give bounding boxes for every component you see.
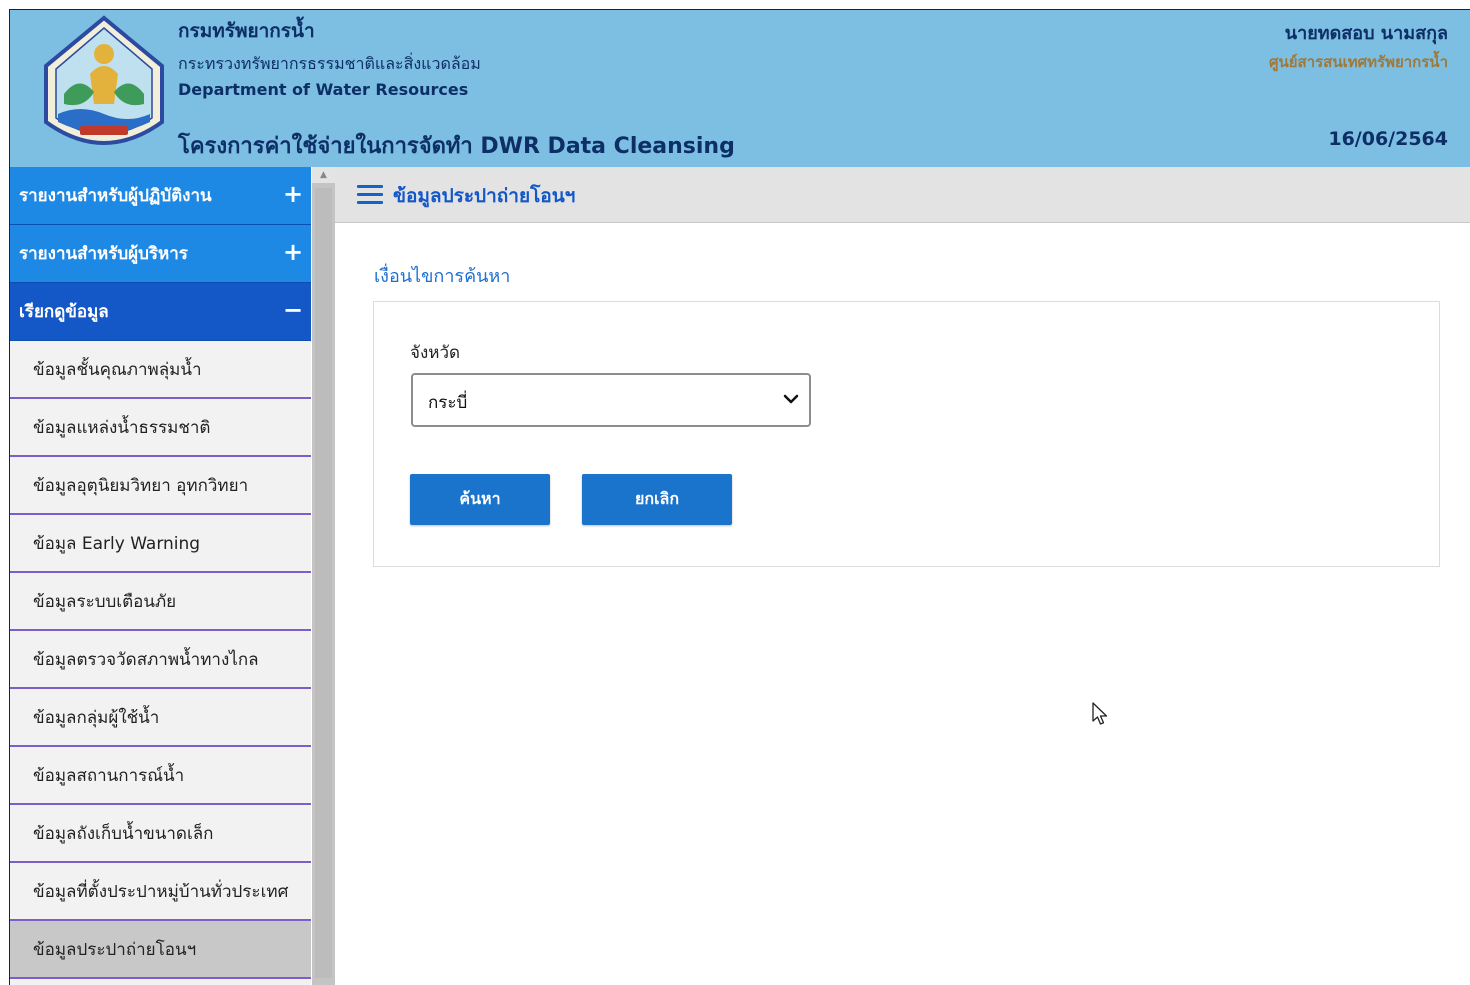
sidebar-item-small-water-tanks[interactable]: ข้อมูลถังเก็บน้ำขนาดเล็ก — [10, 805, 311, 863]
sidebar-item-water-user-groups[interactable]: ข้อมูลกลุ่มผู้ใช้น้ำ — [10, 689, 311, 747]
cancel-button[interactable]: ยกเลิก — [582, 474, 732, 525]
user-name[interactable]: นายทดสอบ นามสกุล — [1285, 18, 1448, 47]
sidebar-category-label: รายงานสำหรับผู้บริหาร — [19, 244, 188, 264]
chevron-down-icon — [783, 394, 799, 404]
sidebar-item-village-water-supply[interactable]: ข้อมูลที่ตั้งประปาหมู่บ้านทั่วประเทศ — [10, 863, 311, 921]
sidebar-item-label: ข้อมูลถังเก็บน้ำขนาดเล็ก — [33, 823, 214, 844]
sidebar-item-meteorology-hydrology[interactable]: ข้อมูลอุตุนิยมวิทยา อุทกวิทยา — [10, 457, 311, 515]
sidebar-item-transferred-water-supply[interactable]: ข้อมูลประปาถ่ายโอนฯ — [10, 921, 311, 979]
mouse-pointer-icon — [1092, 702, 1108, 725]
province-selected-value: กระบี่ — [428, 393, 468, 413]
expand-icon[interactable]: + — [281, 181, 305, 207]
sidebar-item-water-situation[interactable]: ข้อมูลสถานการณ์น้ำ — [10, 747, 311, 805]
ministry-name: กระทรวงทรัพยากรธรรมชาติและสิ่งแวดล้อม — [178, 54, 481, 73]
sidebar-category-label: รายงานสำหรับผู้ปฏิบัติงาน — [19, 186, 212, 206]
collapse-icon[interactable]: − — [281, 297, 305, 323]
project-title: โครงการค่าใช้จ่ายในการจัดทำ DWR Data Cle… — [178, 134, 735, 159]
sidebar-item-early-warning[interactable]: ข้อมูล Early Warning — [10, 515, 311, 573]
page-title-bar: ข้อมูลประปาถ่ายโอนฯ — [335, 167, 1470, 223]
org-name-english: Department of Water Resources — [178, 80, 469, 99]
sidebar-category-browse-data[interactable]: เรียกดูข้อมูล − — [10, 283, 311, 341]
sidebar-category-label: เรียกดูข้อมูล — [19, 302, 109, 322]
expand-icon[interactable]: + — [281, 239, 305, 265]
search-panel: จังหวัด กระบี่ ค้นหา ยกเลิก — [373, 301, 1440, 567]
sidebar-item-label: ข้อมูลตรวจวัดสภาพน้ำทางไกล — [33, 649, 259, 670]
app-window: กรมทรัพยากรน้ำ กระทรวงทรัพยากรธรรมชาติแล… — [9, 9, 1470, 985]
sidebar-item-telemetry[interactable]: ข้อมูลตรวจวัดสภาพน้ำทางไกล — [10, 631, 311, 689]
search-conditions-heading: เงื่อนไขการค้นหา — [374, 266, 511, 287]
sidebar-item-label: ข้อมูลชั้นคุณภาพลุ่มน้ำ — [33, 359, 202, 380]
sidebar-item-label: ข้อมูลที่ตั้งประปาหมู่บ้านทั่วประเทศ — [33, 881, 289, 902]
province-select[interactable]: กระบี่ — [411, 373, 811, 427]
sidebar-item-label: ข้อมูลประปาถ่ายโอนฯ — [33, 939, 197, 960]
sidebar-item-label: ข้อมูล Early Warning — [33, 533, 201, 554]
sidebar-item-basin-quality[interactable]: ข้อมูลชั้นคุณภาพลุ่มน้ำ — [10, 341, 311, 399]
sidebar-category-executive-reports[interactable]: รายงานสำหรับผู้บริหาร + — [10, 225, 311, 283]
current-date: 16/06/2564 — [1328, 128, 1448, 150]
sidebar-item-label: ข้อมูลกลุ่มผู้ใช้น้ำ — [33, 707, 160, 728]
hamburger-icon[interactable] — [357, 185, 383, 205]
department-logo — [44, 15, 164, 145]
sidebar-item-warning-system[interactable]: ข้อมูลระบบเตือนภัย — [10, 573, 311, 631]
search-button[interactable]: ค้นหา — [410, 474, 550, 525]
sidebar-item-label: ข้อมูลอุตุนิยมวิทยา อุทกวิทยา — [33, 475, 249, 496]
sidebar-item-label: ข้อมูลสถานการณ์น้ำ — [33, 765, 185, 786]
sidebar-category-operator-reports[interactable]: รายงานสำหรับผู้ปฏิบัติงาน + — [10, 167, 311, 225]
header: กรมทรัพยากรน้ำ กระทรวงทรัพยากรธรรมชาติแล… — [10, 10, 1470, 167]
sidebar-item-label: ข้อมูลระบบเตือนภัย — [33, 591, 177, 612]
org-name-thai: กรมทรัพยากรน้ำ — [178, 20, 315, 42]
sidebar: รายงานสำหรับผู้ปฏิบัติงาน + รายงานสำหรับ… — [10, 167, 311, 985]
sidebar-item-natural-water-sources[interactable]: ข้อมูลแหล่งน้ำธรรมชาติ — [10, 399, 311, 457]
page-title: ข้อมูลประปาถ่ายโอนฯ — [393, 185, 576, 207]
province-label: จังหวัด — [410, 343, 461, 363]
scrollbar-thumb[interactable] — [315, 188, 332, 978]
scroll-up-arrow-icon[interactable]: ▲ — [312, 167, 335, 183]
user-department: ศูนย์สารสนเทศทรัพยากรน้ำ — [1268, 53, 1448, 71]
sidebar-item-label: ข้อมูลแหล่งน้ำธรรมชาติ — [33, 417, 211, 438]
